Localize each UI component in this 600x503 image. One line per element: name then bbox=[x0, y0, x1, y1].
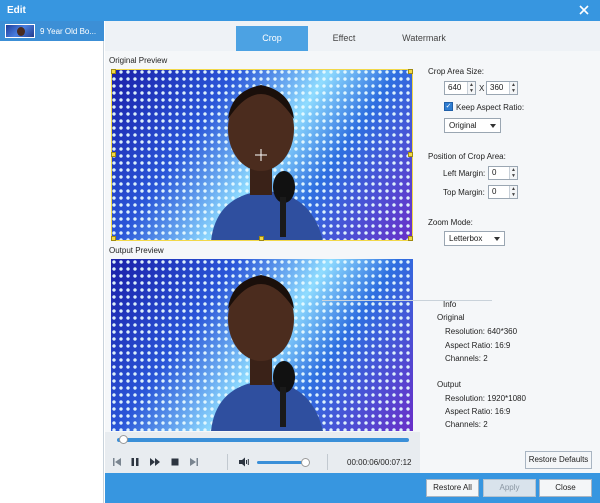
title-bar: Edit bbox=[0, 0, 600, 21]
crop-handle[interactable] bbox=[408, 152, 413, 157]
crop-handle[interactable] bbox=[111, 236, 116, 241]
crop-height-input[interactable]: 360 ▲ ▼ bbox=[486, 81, 518, 95]
aspect-ratio-dropdown[interactable]: Original bbox=[444, 118, 501, 133]
spin-arrows-icon[interactable]: ▲ ▼ bbox=[509, 82, 517, 94]
zoom-mode-label: Zoom Mode: bbox=[428, 218, 473, 227]
top-margin-input[interactable]: 0 ▲ ▼ bbox=[488, 185, 518, 199]
info-output-heading: Output bbox=[437, 380, 462, 389]
tab-watermark[interactable]: Watermark bbox=[388, 26, 460, 51]
info-original-aspect: Aspect Ratio: 16:9 bbox=[445, 341, 511, 350]
close-button[interactable]: Close bbox=[539, 479, 592, 497]
file-list-item[interactable]: 9 Year Old Bo... bbox=[0, 21, 104, 41]
spin-arrows-icon[interactable]: ▲ ▼ bbox=[467, 82, 475, 94]
original-preview-label: Original Preview bbox=[109, 56, 168, 65]
left-margin-label: Left Margin: bbox=[443, 169, 486, 178]
zoom-mode-dropdown[interactable]: Letterbox bbox=[444, 231, 505, 246]
chevron-down-icon bbox=[494, 237, 500, 241]
info-original-heading: Original bbox=[437, 313, 465, 322]
info-output-channels: Channels: 2 bbox=[445, 420, 488, 429]
crop-handle[interactable] bbox=[408, 236, 413, 241]
skip-end-icon[interactable] bbox=[188, 456, 200, 468]
keep-aspect-checkbox[interactable]: ✓ bbox=[444, 102, 453, 111]
spin-arrows-icon[interactable]: ▲ ▼ bbox=[509, 186, 517, 198]
crop-handle[interactable] bbox=[408, 69, 413, 74]
left-margin-input[interactable]: 0 ▲ ▼ bbox=[488, 166, 518, 180]
crop-settings-panel: Crop Area Size: 640 ▲ ▼ X 360 ▲ ▼ ✓ Keep Asp… bbox=[420, 51, 600, 451]
restore-defaults-button[interactable]: Restore Defaults bbox=[525, 451, 592, 469]
playback-time: 00:00:06/00:07:12 bbox=[347, 458, 412, 467]
seek-bar[interactable] bbox=[117, 438, 409, 442]
original-preview[interactable] bbox=[111, 69, 413, 241]
info-original-resolution: Resolution: 640*360 bbox=[445, 327, 518, 336]
playback-controls: 00:00:06/00:07:12 bbox=[105, 432, 420, 474]
tab-bar: Crop Effect Watermark bbox=[105, 21, 600, 51]
volume-handle[interactable] bbox=[300, 458, 310, 467]
divider bbox=[227, 454, 228, 470]
output-preview bbox=[111, 259, 413, 431]
apply-button[interactable]: Apply bbox=[483, 479, 536, 497]
crop-size-separator: X bbox=[479, 84, 485, 93]
crop-handle[interactable] bbox=[259, 236, 264, 241]
crop-handle[interactable] bbox=[111, 69, 116, 74]
file-sidebar: 9 Year Old Bo... bbox=[0, 21, 104, 503]
divider bbox=[327, 454, 328, 470]
crop-handle[interactable] bbox=[111, 152, 116, 157]
stop-icon[interactable] bbox=[169, 456, 181, 468]
info-title: Info bbox=[443, 300, 457, 309]
editor-main: Crop Effect Watermark Original Preview O… bbox=[105, 21, 600, 503]
top-margin-label: Top Margin: bbox=[443, 188, 485, 197]
volume-slider[interactable] bbox=[257, 461, 305, 464]
restore-all-button[interactable]: Restore All bbox=[426, 479, 479, 497]
crop-position-label: Position of Crop Area: bbox=[428, 152, 506, 161]
spin-arrows-icon[interactable]: ▲ ▼ bbox=[509, 167, 517, 179]
crop-center-crosshair-icon[interactable] bbox=[255, 149, 267, 161]
tab-crop[interactable]: Crop bbox=[236, 26, 308, 51]
close-icon[interactable] bbox=[577, 3, 591, 17]
pause-icon[interactable] bbox=[129, 456, 141, 468]
volume-icon[interactable] bbox=[238, 456, 250, 468]
file-name: 9 Year Old Bo... bbox=[40, 27, 97, 36]
crop-width-input[interactable]: 640 ▲ ▼ bbox=[444, 81, 476, 95]
video-frame-image bbox=[211, 275, 323, 431]
window-title: Edit bbox=[7, 5, 26, 16]
info-divider bbox=[322, 300, 492, 301]
info-output-aspect: Aspect Ratio: 16:9 bbox=[445, 407, 511, 416]
video-thumbnail bbox=[5, 24, 35, 38]
skip-back-icon[interactable] bbox=[111, 456, 123, 468]
tab-effect[interactable]: Effect bbox=[308, 26, 380, 51]
info-original-channels: Channels: 2 bbox=[445, 354, 488, 363]
seek-handle[interactable] bbox=[118, 435, 128, 444]
crop-area-size-label: Crop Area Size: bbox=[428, 67, 485, 76]
fast-forward-icon[interactable] bbox=[149, 456, 161, 468]
bottom-action-bar: Restore All Apply Close bbox=[105, 473, 600, 503]
info-output-resolution: Resolution: 1920*1080 bbox=[445, 394, 526, 403]
keep-aspect-label: Keep Aspect Ratio: bbox=[456, 103, 525, 112]
chevron-down-icon bbox=[490, 124, 496, 128]
output-preview-label: Output Preview bbox=[109, 246, 164, 255]
